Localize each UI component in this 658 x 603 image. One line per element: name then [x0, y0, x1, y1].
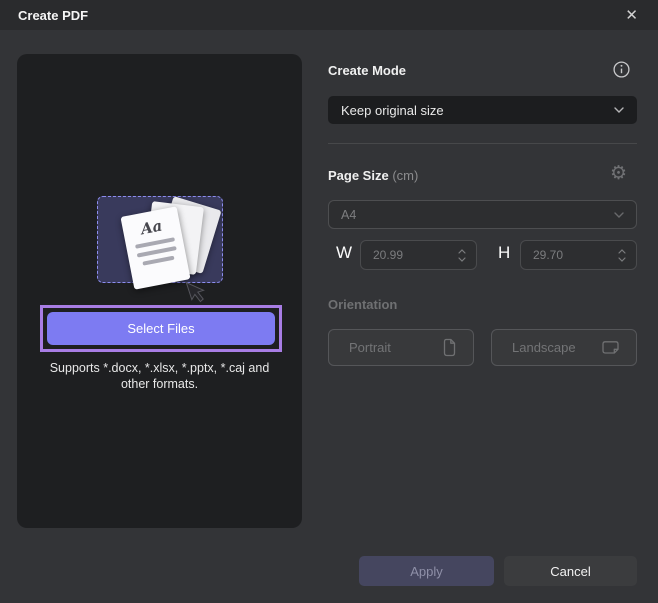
chevron-down-icon: [614, 211, 624, 218]
cancel-button[interactable]: Cancel: [504, 556, 637, 586]
height-input-box: [520, 240, 637, 270]
select-files-button[interactable]: Select Files: [47, 312, 275, 345]
chevron-down-icon: [614, 107, 624, 113]
height-input: [533, 248, 603, 262]
create-mode-selected-value: Keep original size: [341, 102, 444, 118]
close-icon[interactable]: ✕: [621, 6, 642, 25]
file-drop-panel: Aa Select Files Supports *.docx, *.xlsx,…: [17, 54, 302, 528]
page-size-unit: (cm): [392, 168, 419, 183]
width-label: W: [336, 243, 353, 262]
cursor-arrow-icon: [185, 281, 205, 303]
chevron-up-icon: [618, 248, 626, 254]
page-size-preset-dropdown: A4: [328, 200, 637, 229]
height-stepper: [618, 248, 626, 262]
width-input: [373, 248, 443, 262]
info-icon[interactable]: [613, 61, 630, 78]
gear-icon: ⚙: [610, 162, 628, 184]
landscape-button-label: Landscape: [512, 340, 576, 355]
landscape-button: Landscape: [491, 329, 637, 366]
chevron-up-icon: [458, 248, 466, 254]
height-label: H: [498, 243, 511, 262]
supported-formats-text: Supports *.docx, *.xlsx, *.pptx, *.caj a…: [49, 361, 270, 391]
page-size-preset-value: A4: [341, 207, 357, 222]
orientation-label: Orientation: [328, 297, 398, 312]
chevron-down-icon: [618, 256, 626, 262]
dialog-titlebar: Create PDF ✕: [0, 0, 658, 30]
landscape-page-icon: [602, 341, 619, 354]
portrait-button-label: Portrait: [349, 340, 391, 355]
create-mode-label: Create Mode: [328, 63, 407, 78]
width-stepper: [458, 248, 466, 262]
dialog-title: Create PDF: [18, 7, 89, 23]
width-input-box: [360, 240, 477, 270]
apply-button: Apply: [359, 556, 494, 586]
page-size-label: Page Size (cm): [328, 168, 419, 183]
section-divider: [328, 143, 637, 144]
create-mode-dropdown[interactable]: Keep original size: [328, 96, 637, 124]
portrait-page-icon: [443, 338, 456, 357]
portrait-button: Portrait: [328, 329, 474, 366]
chevron-down-icon: [458, 256, 466, 262]
